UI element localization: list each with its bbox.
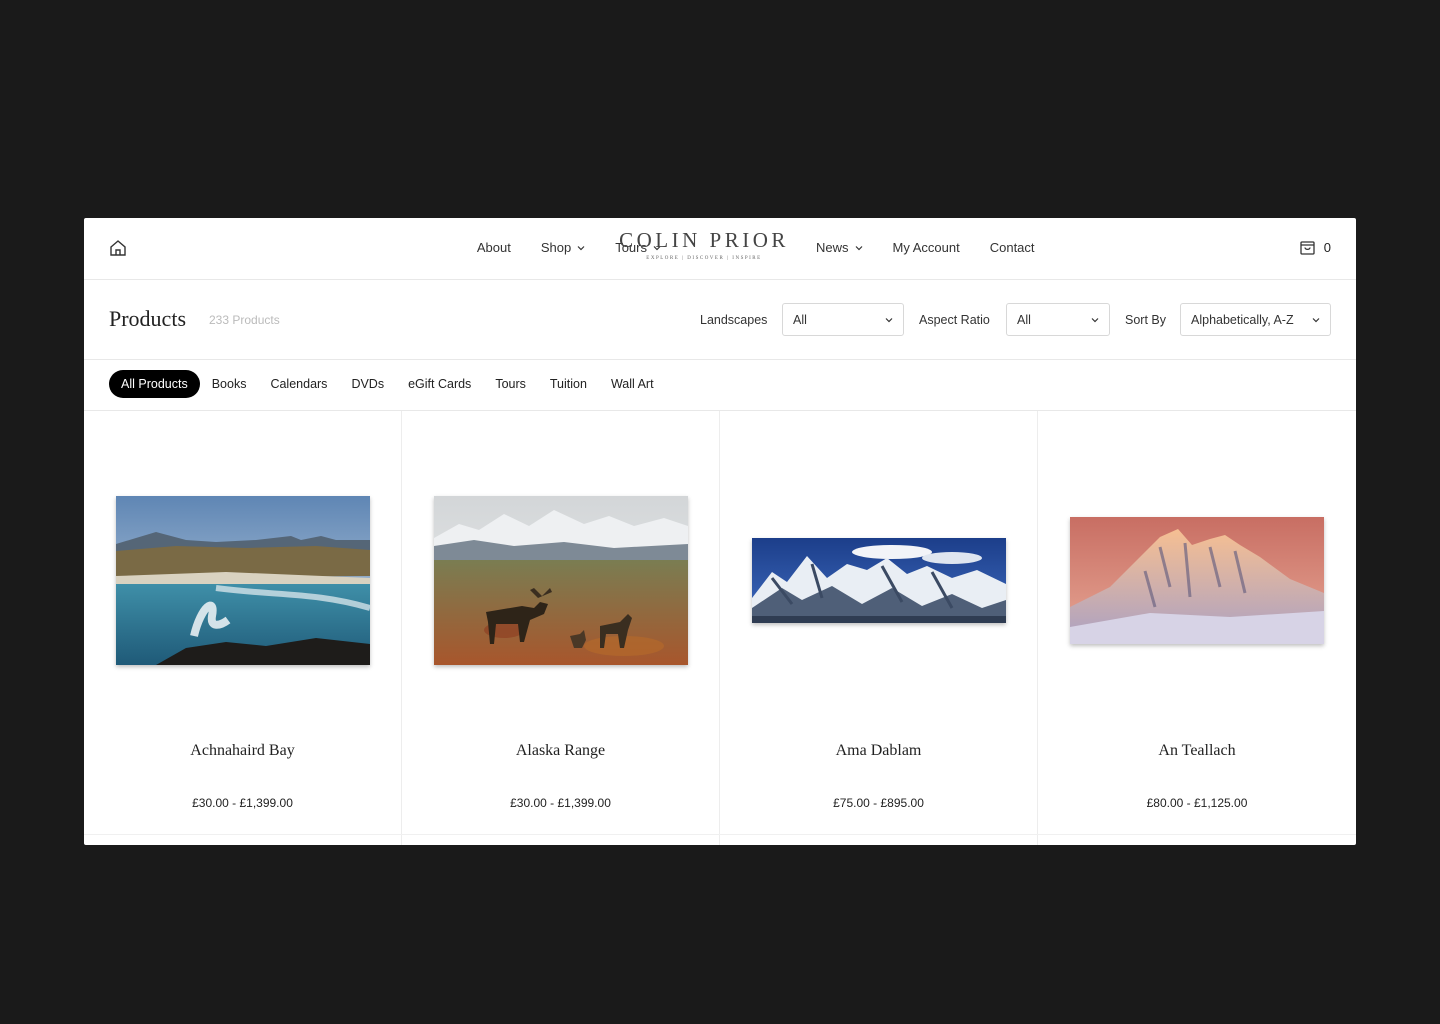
site-logo[interactable]: COLIN PRIOR EXPLORE | DISCOVER | INSPIRE (619, 228, 789, 262)
product-grid: Achnahaird Bay £30.00 - £1,399.00 Alaska… (84, 411, 1356, 845)
aspect-ratio-label: Aspect Ratio (919, 313, 990, 327)
product-card[interactable]: Alaska Range £30.00 - £1,399.00 (402, 411, 720, 845)
product-image[interactable] (1070, 517, 1324, 644)
nav-news[interactable]: News (816, 240, 863, 255)
aspect-ratio-value: All (1017, 312, 1031, 327)
product-name[interactable]: Achnahaird Bay (84, 742, 401, 760)
cart-count: 0 (1323, 240, 1331, 255)
chevron-down-icon (855, 245, 862, 250)
aspect-ratio-select[interactable]: All (1006, 303, 1110, 336)
product-image[interactable] (116, 496, 370, 665)
nav-contact[interactable]: Contact (990, 240, 1035, 255)
chevron-down-icon (885, 317, 893, 322)
shopping-bag-icon (1300, 241, 1315, 255)
logo-tagline: EXPLORE | DISCOVER | INSPIRE (646, 256, 762, 261)
category-dvds[interactable]: DVDs (339, 370, 396, 398)
category-wall-art[interactable]: Wall Art (599, 370, 666, 398)
category-tuition[interactable]: Tuition (538, 370, 599, 398)
product-name[interactable]: Alaska Range (402, 742, 719, 760)
nav-shop[interactable]: Shop (541, 240, 585, 255)
sort-by-label: Sort By (1125, 313, 1166, 327)
category-tours[interactable]: Tours (483, 370, 538, 398)
landscapes-label: Landscapes (700, 313, 768, 327)
product-image[interactable] (434, 496, 688, 665)
product-name[interactable]: An Teallach (1038, 742, 1356, 760)
home-icon[interactable] (109, 239, 127, 257)
nav-my-account[interactable]: My Account (893, 240, 960, 255)
page-frame: About Shop Tours COLIN PRIOR EXPLORE | D… (84, 218, 1356, 845)
chevron-down-icon (577, 245, 585, 250)
site-header: About Shop Tours COLIN PRIOR EXPLORE | D… (84, 218, 1356, 280)
nav-my-account-label: My Account (892, 240, 960, 255)
product-card[interactable]: An Teallach £80.00 - £1,125.00 (1038, 411, 1356, 845)
sort-by-value: Alphabetically, A-Z (1191, 312, 1294, 327)
divider (84, 834, 1356, 835)
category-egift-cards[interactable]: eGift Cards (396, 370, 483, 398)
cart-button[interactable]: 0 (1299, 239, 1331, 256)
landscapes-value: All (793, 312, 807, 327)
category-books[interactable]: Books (200, 370, 259, 398)
sort-by-select[interactable]: Alphabetically, A-Z (1180, 303, 1331, 336)
nav-about-label: About (476, 240, 511, 255)
product-card[interactable]: Ama Dablam £75.00 - £895.00 (720, 411, 1038, 845)
product-card[interactable]: Achnahaird Bay £30.00 - £1,399.00 (84, 411, 402, 845)
nav-news-label: News (816, 240, 849, 255)
category-calendars[interactable]: Calendars (258, 370, 339, 398)
product-price: £75.00 - £895.00 (833, 796, 924, 810)
logo-title: COLIN PRIOR (619, 228, 789, 252)
landscapes-select[interactable]: All (782, 303, 904, 336)
chevron-down-icon (1091, 317, 1099, 322)
chevron-down-icon (1312, 317, 1320, 322)
nav-contact-label: Contact (989, 240, 1035, 255)
products-toolbar: Products 233 Products Landscapes All Asp… (84, 280, 1356, 360)
product-image[interactable] (752, 538, 1006, 623)
nav-about[interactable]: About (477, 240, 511, 255)
nav-shop-label: Shop (540, 240, 572, 255)
nav-right: News My Account Contact (816, 240, 1035, 255)
product-price: £30.00 - £1,399.00 (192, 796, 293, 810)
product-price: £80.00 - £1,125.00 (1146, 796, 1248, 810)
page-title: Products (109, 306, 186, 331)
product-price: £30.00 - £1,399.00 (510, 796, 611, 810)
category-all-products[interactable]: All Products (109, 370, 200, 398)
product-count: 233 Products (209, 313, 280, 327)
category-tabs: All Products Books Calendars DVDs eGift … (109, 370, 666, 398)
product-name[interactable]: Ama Dablam (720, 742, 1037, 760)
